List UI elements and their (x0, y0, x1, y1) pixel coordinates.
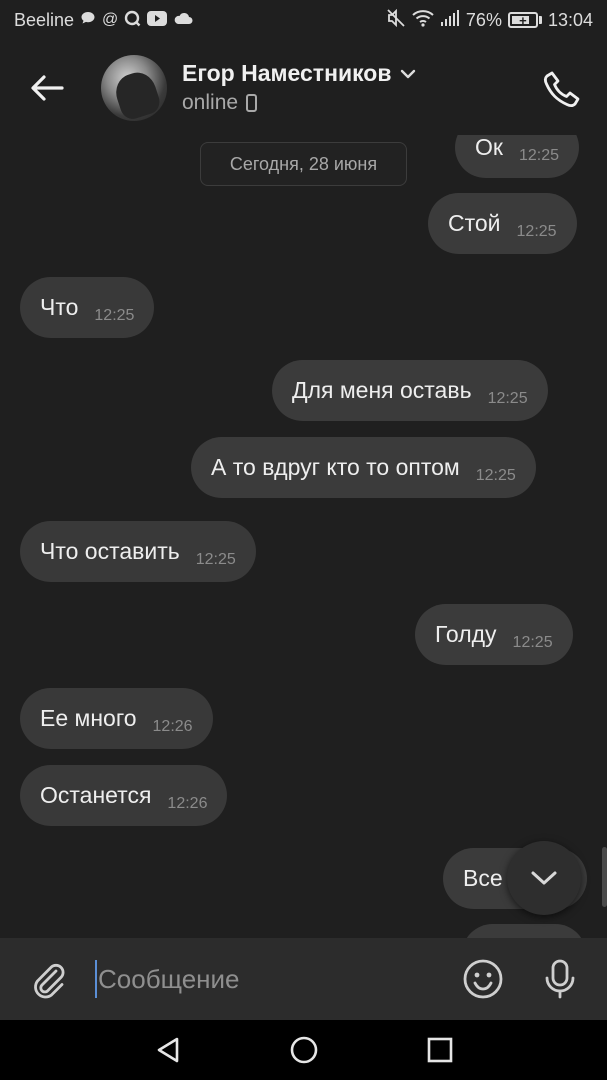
voice-message-button[interactable] (535, 954, 585, 1004)
message-time: 12:25 (94, 306, 135, 324)
system-navigation-bar (0, 1020, 607, 1080)
message-bubble-incoming[interactable]: Ее много 12:26 (20, 688, 213, 749)
message-time: 12:25 (518, 146, 559, 164)
chat-header: Егор Наместников online (0, 40, 607, 135)
status-bar-right: 76% + 13:04 (386, 8, 593, 32)
message-input[interactable]: Сообщение (95, 954, 445, 1004)
cloud-icon (173, 11, 193, 29)
date-divider: Сегодня, 28 июня (200, 142, 407, 186)
contact-name: Егор Наместников (182, 60, 392, 86)
contact-status: online (182, 91, 239, 114)
message-time: 12:26 (152, 717, 193, 735)
mobile-phone-icon (246, 94, 258, 112)
message-time: 12:26 (167, 794, 208, 812)
arrow-left-icon (31, 74, 64, 101)
nav-back-button[interactable] (148, 1030, 188, 1070)
phone-icon (544, 71, 580, 107)
nav-recents-button[interactable] (420, 1030, 460, 1070)
message-time: 12:25 (516, 222, 557, 240)
message-text: Голду (435, 621, 497, 647)
message-time: 12:25 (512, 633, 553, 651)
back-button[interactable] (17, 58, 77, 118)
message-time: 12:25 (195, 550, 236, 568)
message-bubble-outgoing[interactable]: Стой 12:25 (428, 193, 577, 254)
contact-info[interactable]: Егор Наместников online (182, 60, 416, 115)
message-text: Останется (40, 782, 152, 808)
clock: 13:04 (547, 9, 593, 30)
battery-percent: 76% (465, 9, 502, 30)
message-bubble-outgoing[interactable]: Голду 12:25 (415, 604, 573, 665)
message-bubble-incoming[interactable]: Что оставить 12:25 (20, 521, 256, 582)
message-text: Ее много (40, 705, 137, 731)
at-icon: @ (102, 11, 119, 28)
triangle-back-icon (157, 1037, 178, 1063)
circle-home-icon (290, 1036, 317, 1064)
scroll-to-bottom-button[interactable] (507, 841, 581, 915)
message-text: Стой (448, 210, 501, 236)
contact-status-row: online (182, 91, 416, 115)
message-text: Все (463, 865, 503, 891)
chevron-down-icon (400, 69, 415, 78)
status-bar-left: Beeline @ (14, 10, 193, 31)
carrier-name: Beeline (14, 9, 75, 30)
status-bar: Beeline @ 76% + 13:04 (0, 0, 607, 40)
message-text: Для меня оставь (292, 377, 472, 403)
message-time: 12:25 (487, 389, 528, 407)
scrollbar[interactable] (602, 847, 607, 907)
youtube-icon (147, 10, 168, 30)
chevron-down-icon (531, 871, 557, 885)
contact-name-row[interactable]: Егор Наместников (182, 60, 416, 87)
contact-avatar[interactable] (101, 54, 167, 121)
message-text: А то вдруг кто то оптом (211, 454, 460, 480)
nav-home-button[interactable] (284, 1030, 324, 1070)
message-bubble-outgoing[interactable]: Ок 12:25 (455, 135, 579, 178)
microphone-icon (545, 959, 575, 999)
emoji-button[interactable] (458, 954, 508, 1004)
paperclip-icon (34, 963, 65, 999)
search-q-icon (124, 10, 141, 31)
message-composer: Сообщение (0, 938, 607, 1020)
message-bubble-incoming[interactable]: Останется 12:26 (20, 765, 228, 826)
message-list[interactable]: Ок 12:25 Сегодня, 28 июня Стой 12:25 Что… (0, 135, 607, 938)
message-time: 12:25 (475, 466, 516, 484)
message-text: Что оставить (40, 538, 180, 564)
message-input-placeholder: Сообщение (98, 963, 240, 994)
battery-icon: + (507, 12, 542, 28)
message-bubble-outgoing[interactable]: А то вдруг кто то оптом 12:25 (191, 437, 536, 498)
attach-button[interactable] (23, 954, 73, 1004)
message-bubble-incoming[interactable]: Что 12:25 (20, 277, 155, 338)
message-text: Ок (475, 135, 503, 160)
chat-bubble-icon (80, 10, 96, 30)
signal-icon (440, 9, 460, 32)
mute-icon (386, 8, 406, 32)
message-bubble-outgoing[interactable]: Для меня оставь 12:25 (272, 360, 548, 421)
wifi-icon (412, 9, 434, 32)
text-caret (95, 960, 97, 998)
square-recents-icon (427, 1037, 452, 1063)
message-bubble-outgoing-partial[interactable] (462, 924, 586, 938)
message-text: Что (40, 294, 79, 320)
smile-icon (463, 959, 503, 999)
call-button[interactable] (537, 64, 587, 114)
